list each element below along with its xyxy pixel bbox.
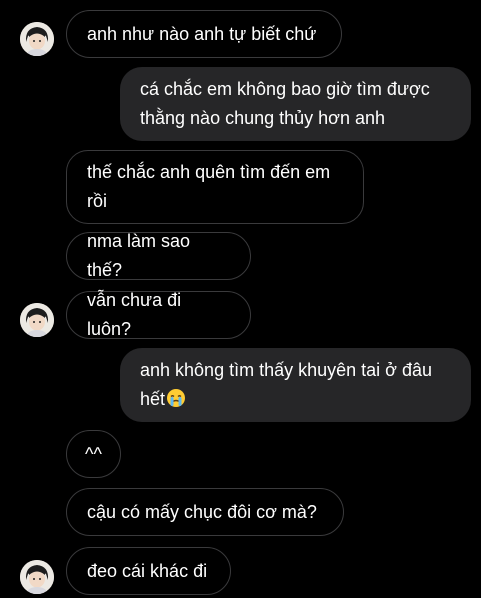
message-text: anh như nào anh tự biết chứ	[87, 23, 317, 44]
crying-face-emoji-icon	[166, 388, 186, 408]
contact-avatar[interactable]	[20, 22, 54, 56]
message-text: đeo cái khác đi	[87, 560, 208, 581]
message-text: vẫn chưa đi luôn?	[87, 290, 182, 339]
message-text-line: anh không tìm thấy khuyên tai ở đâu	[140, 360, 432, 380]
message-text-line: cá chắc em không bao giờ tìm được	[140, 79, 430, 99]
message-bubble-incoming[interactable]: anh như nào anh tự biết chứ	[66, 10, 342, 58]
avatar-image	[20, 303, 54, 337]
message-bubble-incoming[interactable]: thế chắc anh quên tìm đến em rồi	[66, 150, 364, 224]
message-text: nma làm sao thế?	[87, 231, 191, 280]
message-text-line: thế chắc anh quên tìm đến em	[87, 162, 331, 182]
contact-avatar[interactable]	[20, 303, 54, 337]
message-text: ^^	[85, 443, 102, 464]
message-bubble-incoming[interactable]: vẫn chưa đi luôn?	[66, 290, 251, 339]
message-text-line: rồi	[87, 191, 108, 211]
message-bubble-incoming[interactable]: cậu có mấy chục đôi cơ mà?	[66, 488, 344, 536]
message-bubble-incoming[interactable]: ^^	[66, 430, 121, 478]
message-text-line: hết	[140, 389, 166, 409]
contact-avatar[interactable]	[20, 560, 54, 594]
message-bubble-outgoing[interactable]: anh không tìm thấy khuyên tai ở đâu hết	[120, 348, 471, 422]
message-text-line: thằng nào chung thủy hơn anh	[140, 108, 386, 128]
message-bubble-outgoing[interactable]: cá chắc em không bao giờ tìm được thằng …	[120, 67, 471, 141]
message-bubble-incoming[interactable]: đeo cái khác đi	[66, 547, 231, 595]
avatar-image	[20, 22, 54, 56]
message-bubble-incoming[interactable]: nma làm sao thế?	[66, 231, 251, 280]
message-text-line-with-emoji: hết	[140, 385, 451, 414]
message-text: cậu có mấy chục đôi cơ mà?	[87, 501, 317, 522]
avatar-image	[20, 560, 54, 594]
